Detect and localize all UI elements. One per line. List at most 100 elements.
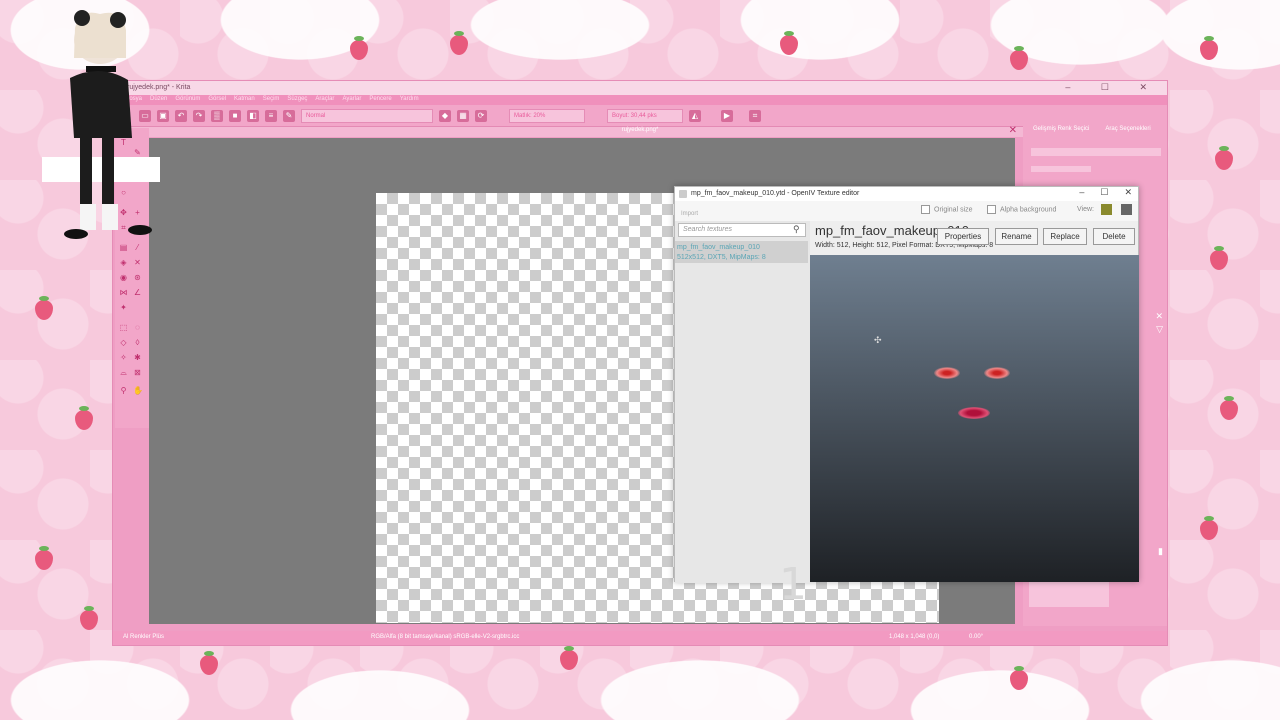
color-swap-icon[interactable]: ◧	[247, 109, 259, 122]
mirror-icon[interactable]: ◭	[689, 109, 701, 122]
eraser-icon[interactable]: ◆	[439, 109, 451, 122]
redo-icon[interactable]: ↷	[193, 109, 205, 122]
status-bar: Al Renkler Plüs RGB/Alfa (8 bit tamsayı/…	[113, 631, 1167, 645]
strawberry-icon	[35, 546, 53, 570]
brush-preset-icon[interactable]: ✎	[283, 109, 295, 122]
texture-count: 1	[779, 559, 807, 610]
undo-icon[interactable]: ↶	[175, 109, 187, 122]
reload-icon[interactable]: ⟳	[475, 109, 487, 122]
texture-preview[interactable]: ✣	[810, 255, 1139, 582]
strawberry-icon	[1200, 516, 1218, 540]
vtuber-avatar	[64, 10, 152, 239]
strawberry-icon	[35, 296, 53, 320]
brush-presets[interactable]	[1029, 581, 1109, 607]
blend-mode-select[interactable]: Normal	[301, 108, 433, 123]
menu-item[interactable]: Seçim	[263, 96, 280, 104]
view-label: View:	[1077, 206, 1094, 213]
rect-select-icon[interactable]: ⬚	[119, 323, 128, 332]
status-color-profile: RGB/Alfa (8 bit tamsayı/kanal) sRGB-elle…	[371, 634, 520, 640]
trash-icon[interactable]: ▮	[1158, 546, 1163, 557]
menu-item[interactable]: Araçlar	[315, 96, 334, 104]
ruler-icon[interactable]: ∠	[133, 288, 142, 297]
window-controls[interactable]: – ☐ ✕	[1065, 82, 1161, 93]
rename-button[interactable]: Rename	[995, 228, 1038, 245]
menu-item[interactable]: Katman	[234, 96, 255, 104]
delete-button[interactable]: Delete	[1093, 228, 1135, 245]
opacity-slider[interactable]: Matlık: 20%	[509, 108, 585, 123]
dock-field[interactable]	[1031, 148, 1161, 156]
openiv-toolbar: Import Original size Alpha background Vi…	[675, 201, 1138, 221]
ellipse-select-icon[interactable]: ◌	[133, 323, 142, 332]
openiv-titlebar: mp_fm_faov_makeup_010.ytd - OpenIV Textu…	[675, 187, 1138, 201]
crop-icon[interactable]: ⌗	[749, 109, 761, 122]
fill-tool-icon[interactable]: ◈	[119, 258, 128, 267]
close-icon[interactable]: ✕	[1155, 311, 1163, 322]
close-icon[interactable]: ✕	[1124, 187, 1132, 198]
properties-button[interactable]: Properties	[937, 228, 989, 245]
krita-titlebar: rujyedek.png* - Krita – ☐ ✕	[113, 81, 1167, 95]
dock-tab-color-selector[interactable]: Gelişmiş Renk Seçici	[1033, 126, 1089, 136]
original-size-checkbox[interactable]: Original size	[921, 205, 973, 214]
app-icon	[679, 190, 687, 198]
alpha-background-checkbox[interactable]: Alpha background	[987, 205, 1056, 214]
main-toolbar: ▭ ▣ ↶ ↷ ▒ ■ ◧ ≡ ✎ Normal ◆ ▦ ⟳ Matlık: 2…	[113, 105, 1167, 127]
dock-option[interactable]	[1031, 166, 1091, 172]
import-button[interactable]: Import	[681, 211, 698, 217]
gradient-tool-icon[interactable]: ▤	[119, 243, 128, 252]
contiguous-select-icon[interactable]: ◊	[133, 338, 142, 347]
pin-icon[interactable]: ✦	[119, 303, 128, 312]
search-input[interactable]: Search textures	[678, 223, 806, 237]
strawberry-icon	[75, 406, 93, 430]
texture-item-name: mp_fm_faov_makeup_010	[677, 244, 760, 251]
gradient-icon[interactable]: ■	[229, 109, 241, 122]
play-icon[interactable]: ▶	[721, 109, 733, 122]
openiv-title: mp_fm_faov_makeup_010.ytd - OpenIV Textu…	[691, 190, 860, 197]
eyedropper-icon[interactable]: ⁄	[133, 243, 142, 252]
strawberry-icon	[80, 606, 98, 630]
cursor-icon: ✣	[874, 335, 882, 345]
maximize-icon[interactable]: ☐	[1100, 187, 1108, 198]
pan-icon[interactable]: ✋	[133, 386, 143, 395]
eye-makeup-left	[934, 367, 960, 379]
list-view-icon[interactable]	[1121, 204, 1132, 215]
alpha-lock-icon[interactable]: ▦	[457, 109, 469, 122]
pattern-icon[interactable]: ▒	[211, 109, 223, 122]
smart-patch-icon[interactable]: ◉	[119, 273, 128, 282]
size-slider[interactable]: Boyut: 30,44 pks	[607, 108, 683, 123]
document-tab[interactable]: rujyedek.png* ✕	[113, 125, 1167, 137]
filter-icon[interactable]: ▽	[1156, 324, 1163, 335]
strawberry-icon	[1215, 146, 1233, 170]
menu-item[interactable]: Görsel	[208, 96, 226, 104]
replace-button[interactable]: Replace	[1043, 228, 1087, 245]
grid-view-icon[interactable]	[1101, 204, 1112, 215]
close-icon[interactable]: ✕	[1009, 125, 1017, 136]
menu-item[interactable]: Ayarlar	[342, 96, 361, 104]
save-icon[interactable]: ▣	[157, 109, 169, 122]
brush-settings-icon[interactable]: ≡	[265, 109, 277, 122]
strawberry-icon	[1220, 396, 1238, 420]
strawberry-icon	[1210, 246, 1228, 270]
magnetic-select-icon[interactable]: ⊠	[133, 368, 142, 377]
dock-tab-tool-options[interactable]: Araç Seçenekleri	[1105, 126, 1150, 136]
minimize-icon[interactable]: –	[1079, 187, 1084, 198]
status-rotation: 0.00°	[969, 634, 984, 640]
zoom-icon[interactable]: ⚲	[119, 386, 128, 395]
original-size-label: Original size	[934, 206, 973, 214]
menu-item[interactable]: Süzgeç	[287, 96, 307, 104]
menu-item[interactable]: Yardım	[400, 96, 419, 104]
menu-item[interactable]: Görünüm	[175, 96, 200, 104]
cloud-border-top	[0, 0, 1280, 90]
magic-wand-icon[interactable]: ✧	[119, 353, 128, 362]
texture-list-panel: Search textures ⚲ mp_fm_faov_makeup_010 …	[675, 221, 810, 610]
measure-icon[interactable]: ⊛	[133, 273, 142, 282]
assistant-tool-icon[interactable]: ✕	[133, 258, 142, 267]
texture-item-info: 512x512, DXT5, MipMaps: 8	[677, 254, 766, 261]
similar-select-icon[interactable]: ✱	[133, 353, 142, 362]
bezier-select-icon[interactable]: ⌓	[119, 368, 128, 377]
search-icon[interactable]: ⚲	[793, 224, 800, 235]
freehand-select-icon[interactable]: ◇	[119, 338, 128, 347]
menu-item[interactable]: Pencere	[369, 96, 391, 104]
status-dimensions: 1,048 x 1,048 (0,0)	[889, 634, 940, 640]
grid-tool-icon[interactable]: ⋈	[119, 288, 128, 297]
texture-list-item[interactable]: mp_fm_faov_makeup_010 512x512, DXT5, Mip…	[675, 241, 808, 263]
